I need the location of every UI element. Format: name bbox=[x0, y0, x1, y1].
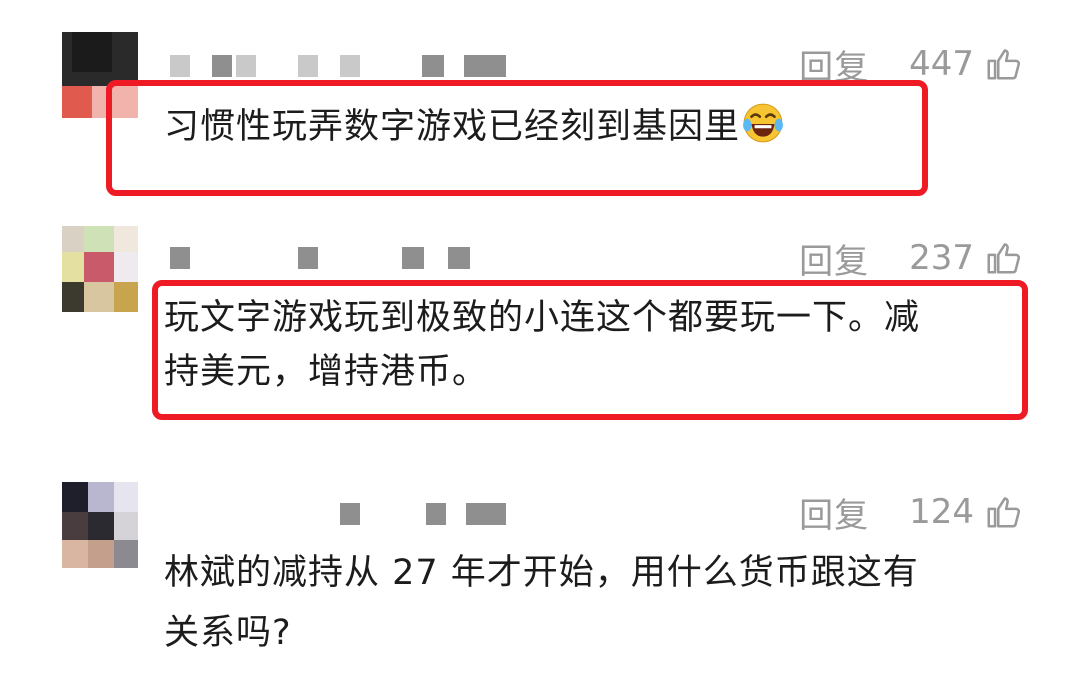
comment-actions: 回复 124 bbox=[799, 492, 1022, 536]
user-name-redacted[interactable] bbox=[170, 55, 510, 77]
comment-text: 习惯性玩弄数字游戏已经刻到基因里 bbox=[164, 100, 784, 154]
like-count: 124 bbox=[909, 492, 974, 532]
comment-text: 玩文字游戏玩到极致的小连这个都要玩一下。减 持美元，增持港币。 bbox=[164, 291, 920, 399]
thumbs-up-icon[interactable] bbox=[984, 239, 1022, 277]
user-name-redacted[interactable] bbox=[336, 503, 516, 525]
comment-text: 林斌的减持从 27 年才开始，用什么货币跟这有 关系吗? bbox=[164, 543, 919, 663]
comment-text-line: 持美元，增持港币。 bbox=[164, 352, 489, 392]
like-count: 237 bbox=[909, 238, 974, 278]
avatar[interactable] bbox=[62, 226, 138, 312]
comment-actions: 回复 447 bbox=[799, 44, 1022, 88]
comment-actions: 回复 237 bbox=[799, 238, 1022, 282]
comment-text-line: 玩文字游戏玩到极致的小连这个都要玩一下。减 bbox=[164, 298, 921, 338]
thumbs-up-icon[interactable] bbox=[984, 493, 1022, 531]
reply-button[interactable]: 回复 bbox=[799, 234, 869, 283]
comment-text-line: 关系吗? bbox=[164, 613, 292, 653]
laughing-tears-emoji-icon bbox=[743, 103, 783, 143]
comment-text-line: 林斌的减持从 27 年才开始，用什么货币跟这有 bbox=[164, 553, 919, 593]
avatar[interactable] bbox=[62, 482, 138, 568]
thumbs-up-icon[interactable] bbox=[984, 45, 1022, 83]
comment-text-content: 习惯性玩弄数字游戏已经刻到基因里 bbox=[164, 107, 741, 147]
like-count: 447 bbox=[909, 44, 974, 84]
user-name-redacted[interactable] bbox=[170, 247, 470, 269]
reply-button[interactable]: 回复 bbox=[799, 488, 869, 537]
